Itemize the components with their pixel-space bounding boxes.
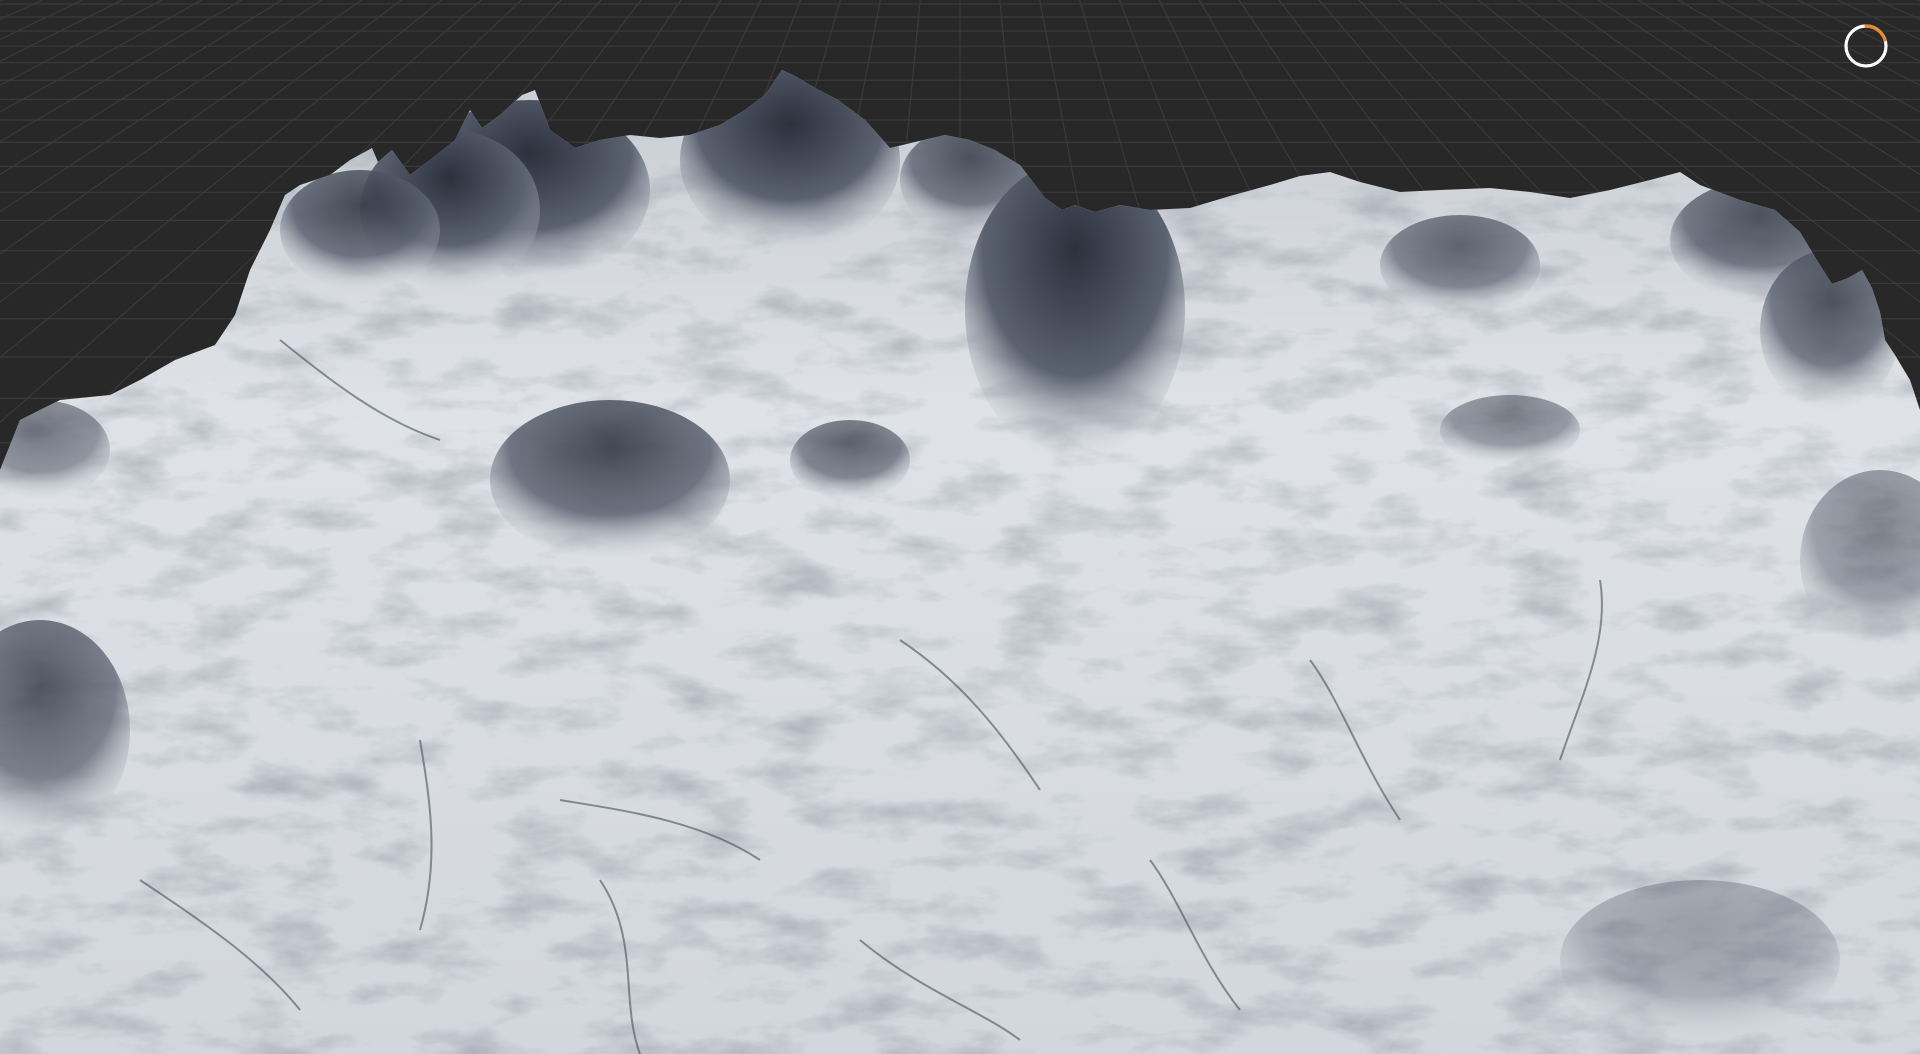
terrain-scene[interactable] xyxy=(0,0,1920,1054)
3d-viewport[interactable] xyxy=(0,0,1920,1054)
loading-spinner-icon xyxy=(1844,24,1888,68)
